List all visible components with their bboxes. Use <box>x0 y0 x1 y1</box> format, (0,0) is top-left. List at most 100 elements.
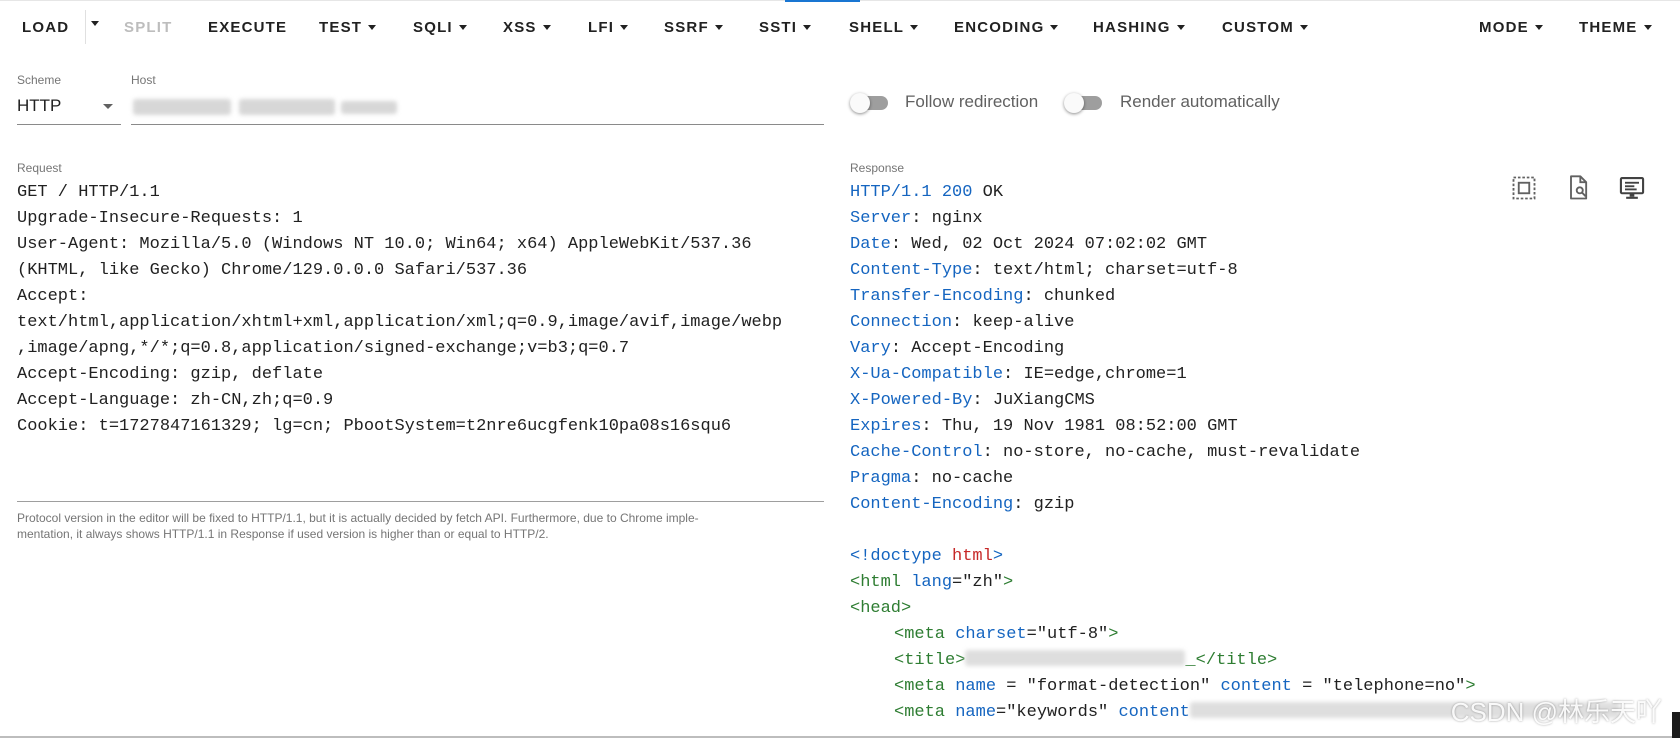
execute-button[interactable]: EXECUTE <box>208 16 287 40</box>
custom-menu[interactable]: CUSTOM <box>1222 16 1308 40</box>
encoding-menu-label: ENCODING <box>954 19 1045 36</box>
meta-tag: <meta <box>894 703 946 722</box>
chevron-down-icon <box>803 25 812 30</box>
redacted-host-part <box>239 99 335 115</box>
request-line: GET / HTTP/1.1 <box>17 183 160 202</box>
request-line: text/html,application/xhtml+xml,applicat… <box>17 313 783 332</box>
request-line: Accept-Language: zh-CN,zh;q=0.9 <box>17 391 334 410</box>
load-button[interactable]: LOAD <box>22 16 69 40</box>
chevron-down-icon <box>1534 25 1543 30</box>
theme-menu[interactable]: THEME <box>1579 16 1652 40</box>
xss-menu[interactable]: XSS <box>503 16 551 40</box>
sqli-menu[interactable]: SQLI <box>413 16 467 40</box>
response-header: Vary: Accept-Encoding <box>850 339 1065 358</box>
header-value: IE=edge,chrome=1 <box>1023 365 1187 384</box>
header-value: text/html; charset=utf-8 <box>992 261 1238 280</box>
response-header: X-Powered-By: JuXiangCMS <box>850 391 1095 410</box>
host-input[interactable] <box>131 92 824 122</box>
hashing-menu-label: HASHING <box>1093 19 1171 36</box>
meta-name-attr: name <box>955 703 997 722</box>
shell-menu[interactable]: SHELL <box>849 16 919 40</box>
mode-menu[interactable]: MODE <box>1479 16 1543 40</box>
response-header: Date: Wed, 02 Oct 2024 07:02:02 GMT <box>850 235 1208 254</box>
meta-charset-value: ="utf-8" <box>1026 625 1109 644</box>
meta-content-attr: content <box>1220 677 1292 696</box>
meta-tag: <meta <box>894 677 946 696</box>
chevron-down-icon <box>1176 25 1185 30</box>
chevron-down-icon <box>1299 25 1308 30</box>
header-name: Transfer-Encoding <box>850 287 1024 306</box>
header-value: gzip <box>1033 495 1075 514</box>
head-tag: <head> <box>850 599 912 618</box>
meta-name-attr: name <box>955 677 997 696</box>
ssti-menu[interactable]: SSTI <box>759 16 812 40</box>
request-line: Upgrade-Insecure-Requests: 1 <box>17 209 303 228</box>
chevron-down-icon <box>1050 25 1059 30</box>
request-line: (KHTML, like Gecko) Chrome/129.0.0.0 Saf… <box>17 261 528 280</box>
follow-redirection-label: Follow redirection <box>905 92 1039 111</box>
header-name: Connection <box>850 313 953 332</box>
response-header: Pragma: no-cache <box>850 469 1014 488</box>
render-automatically-switch[interactable] <box>1064 93 1104 113</box>
ssrf-menu[interactable]: SSRF <box>664 16 723 40</box>
chevron-down-icon <box>91 21 99 26</box>
scheme-select[interactable]: HTTP <box>17 92 121 125</box>
test-menu[interactable]: TEST <box>319 16 377 40</box>
protocol-hint: Protocol version in the editor will be f… <box>17 510 825 542</box>
chevron-down-icon <box>542 25 551 30</box>
lfi-menu[interactable]: LFI <box>588 16 629 40</box>
switch-thumb <box>850 93 870 113</box>
response-header: Expires: Thu, 19 Nov 1981 08:52:00 GMT <box>850 417 1238 436</box>
redacted-title <box>965 650 1186 666</box>
mode-menu-label: MODE <box>1479 19 1529 36</box>
header-name: Expires <box>850 417 922 436</box>
split-button[interactable]: SPLIT <box>124 16 173 40</box>
xss-menu-label: XSS <box>503 19 537 36</box>
load-options-button[interactable] <box>89 16 103 40</box>
header-value: Thu, 19 Nov 1981 08:52:00 GMT <box>941 417 1238 436</box>
toolbar-divider <box>85 10 86 44</box>
chevron-down-icon <box>368 25 377 30</box>
doctype-close: > <box>992 547 1004 566</box>
hashing-menu[interactable]: HASHING <box>1093 16 1185 40</box>
follow-redirection-switch[interactable] <box>850 93 890 113</box>
request-editor[interactable]: GET / HTTP/1.1 Upgrade-Insecure-Requests… <box>17 180 825 500</box>
scheme-value: HTTP <box>17 96 62 115</box>
body-line-html: <html lang="zh"> <box>850 570 1013 596</box>
request-line: User-Agent: Mozilla/5.0 (Windows NT 10.0… <box>17 235 752 254</box>
status-line: HTTP/1.1 200 OK <box>850 180 1003 206</box>
shell-menu-label: SHELL <box>849 19 905 36</box>
response-header: Cache-Control: no-store, no-cache, must-… <box>850 443 1361 462</box>
custom-menu-label: CUSTOM <box>1222 19 1294 36</box>
response-viewer[interactable]: HTTP/1.1 200 OK Server: nginx Date: Wed,… <box>850 180 1670 738</box>
response-header: Transfer-Encoding: chunked <box>850 287 1116 306</box>
header-value: JuXiangCMS <box>992 391 1095 410</box>
meta-keywords-value: ="keywords" <box>996 703 1119 722</box>
body-line-head: <head> <box>850 596 911 622</box>
body-line-meta-charset: <meta charset="utf-8"> <box>894 622 1118 648</box>
chevron-down-icon <box>910 25 919 30</box>
response-label: Response <box>850 161 905 175</box>
html-tag: <html <box>850 573 902 592</box>
scheme-label: Scheme <box>17 73 62 87</box>
encoding-menu[interactable]: ENCODING <box>954 16 1059 40</box>
response-header: X-Ua-Compatible: IE=edge,chrome=1 <box>850 365 1187 384</box>
host-field[interactable] <box>131 92 824 125</box>
chevron-down-icon <box>620 25 629 30</box>
meta-name-value: = "format-detection" <box>996 677 1221 696</box>
header-value: nginx <box>931 209 983 228</box>
request-line: Accept: <box>17 287 89 306</box>
html-tag-close: > <box>1003 573 1014 592</box>
http-version: HTTP/1.1 <box>850 183 932 202</box>
theme-menu-label: THEME <box>1579 19 1638 36</box>
header-name: Content-Encoding <box>850 495 1014 514</box>
header-name: Content-Type <box>850 261 973 280</box>
ssrf-menu-label: SSRF <box>664 19 709 36</box>
header-value: no-store, no-cache, must-revalidate <box>1003 443 1361 462</box>
sqli-menu-label: SQLI <box>413 19 453 36</box>
html-lang-attr: lang <box>911 573 953 592</box>
request-line: ,image/apng,*/*;q=0.8,application/signed… <box>17 339 630 358</box>
watermark: CSDN @林乐天吖 <box>1450 697 1662 727</box>
response-header: Connection: keep-alive <box>850 313 1075 332</box>
header-name: X-Powered-By <box>850 391 973 410</box>
